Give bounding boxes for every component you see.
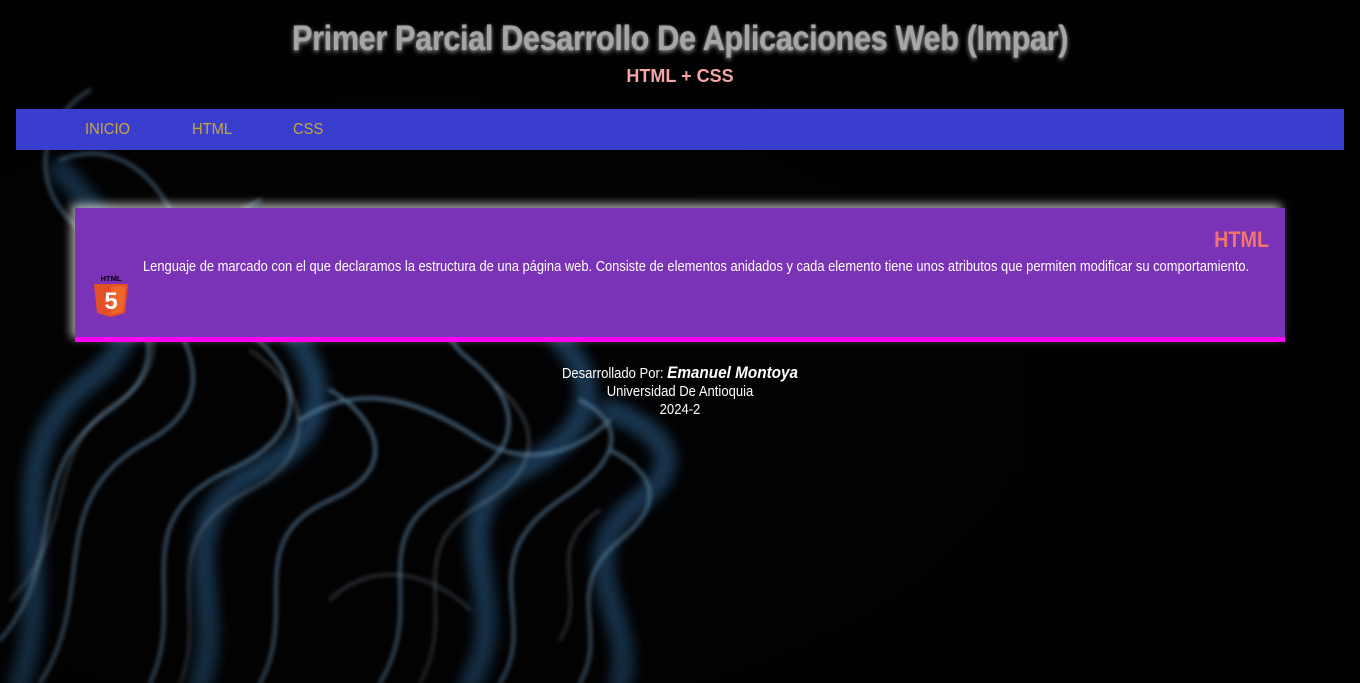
html-card: HTML HTML 5 Lenguaje de marcado con el q… — [75, 208, 1285, 342]
footer-period: 2024-2 — [659, 402, 701, 418]
footer-university: Universidad De Antioquia — [606, 384, 754, 400]
html5-logo-icon: HTML 5 — [94, 274, 128, 317]
main-nav: INICIO HTML CSS — [16, 109, 1344, 150]
page-subtitle: HTML + CSS — [626, 66, 734, 86]
nav-link-html[interactable]: HTML — [192, 121, 232, 139]
footer-developed-by-label: Desarrollado Por: — [561, 366, 664, 382]
html5-logo-text: HTML — [101, 274, 122, 283]
page: Primer Parcial Desarrollo De Aplicacione… — [0, 0, 1360, 683]
page-footer: Desarrollado Por: Emanuel Montoya Univer… — [0, 364, 1360, 419]
page-title: Primer Parcial Desarrollo De Aplicacione… — [291, 19, 1069, 58]
footer-author: Emanuel Montoya — [667, 363, 799, 382]
card-description: Lenguaje de marcado con el que declaramo… — [143, 259, 1250, 275]
html5-logo-number: 5 — [104, 288, 117, 315]
footer-credit-line: Desarrollado Por: Emanuel Montoya — [68, 364, 1292, 383]
page-header: Primer Parcial Desarrollo De Aplicacione… — [0, 0, 1360, 88]
card-title: HTML — [1214, 227, 1269, 252]
nav-link-css[interactable]: CSS — [293, 121, 323, 139]
nav-link-inicio[interactable]: INICIO — [85, 121, 130, 139]
